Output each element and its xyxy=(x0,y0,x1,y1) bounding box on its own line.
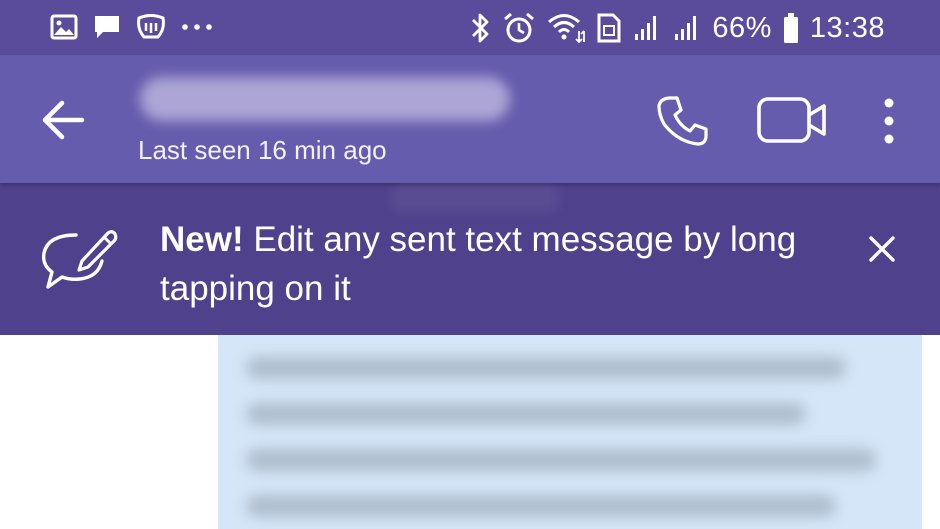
message-icon xyxy=(92,12,122,42)
blurred-text-line xyxy=(246,403,806,425)
status-bar: 66% 13:38 xyxy=(0,0,940,55)
bluetooth-icon xyxy=(468,11,492,45)
signal-icon xyxy=(632,13,662,43)
banner-highlight: New! xyxy=(160,220,244,259)
status-bar-notification-icons xyxy=(50,12,214,42)
close-icon[interactable] xyxy=(862,229,902,269)
alarm-icon xyxy=(502,11,536,45)
image-icon xyxy=(50,13,78,41)
back-arrow-icon[interactable] xyxy=(38,97,88,143)
chat-message-list[interactable] xyxy=(0,335,940,529)
blurred-text-line xyxy=(246,449,876,471)
wifi-icon xyxy=(546,11,586,45)
banner-body: Edit any sent text message by long tappi… xyxy=(160,220,797,308)
signal-icon xyxy=(672,13,702,43)
more-dots-icon xyxy=(180,22,214,32)
message-bubble-blurred[interactable] xyxy=(218,335,922,529)
battery-percentage: 66% xyxy=(712,11,772,44)
phone-icon[interactable] xyxy=(655,93,711,149)
new-feature-banner: New! Edit any sent text message by long … xyxy=(0,183,940,335)
date-divider-ghost xyxy=(390,183,560,213)
battery-icon xyxy=(782,12,800,44)
banner-message: New! Edit any sent text message by long … xyxy=(160,215,840,313)
viber-out-icon xyxy=(136,13,166,41)
blurred-text-line xyxy=(246,495,836,517)
contact-name-blurred[interactable] xyxy=(140,77,510,121)
clock: 13:38 xyxy=(809,11,885,44)
blurred-text-line xyxy=(246,357,846,379)
more-vertical-icon[interactable] xyxy=(872,95,906,147)
chat-header: Last seen 16 min ago xyxy=(0,55,940,183)
edit-message-icon xyxy=(38,227,120,293)
last-seen-status: Last seen 16 min ago xyxy=(138,135,387,165)
sim-icon xyxy=(596,12,622,44)
status-bar-system-icons: 66% 13:38 xyxy=(468,8,885,48)
video-camera-icon[interactable] xyxy=(756,95,828,145)
